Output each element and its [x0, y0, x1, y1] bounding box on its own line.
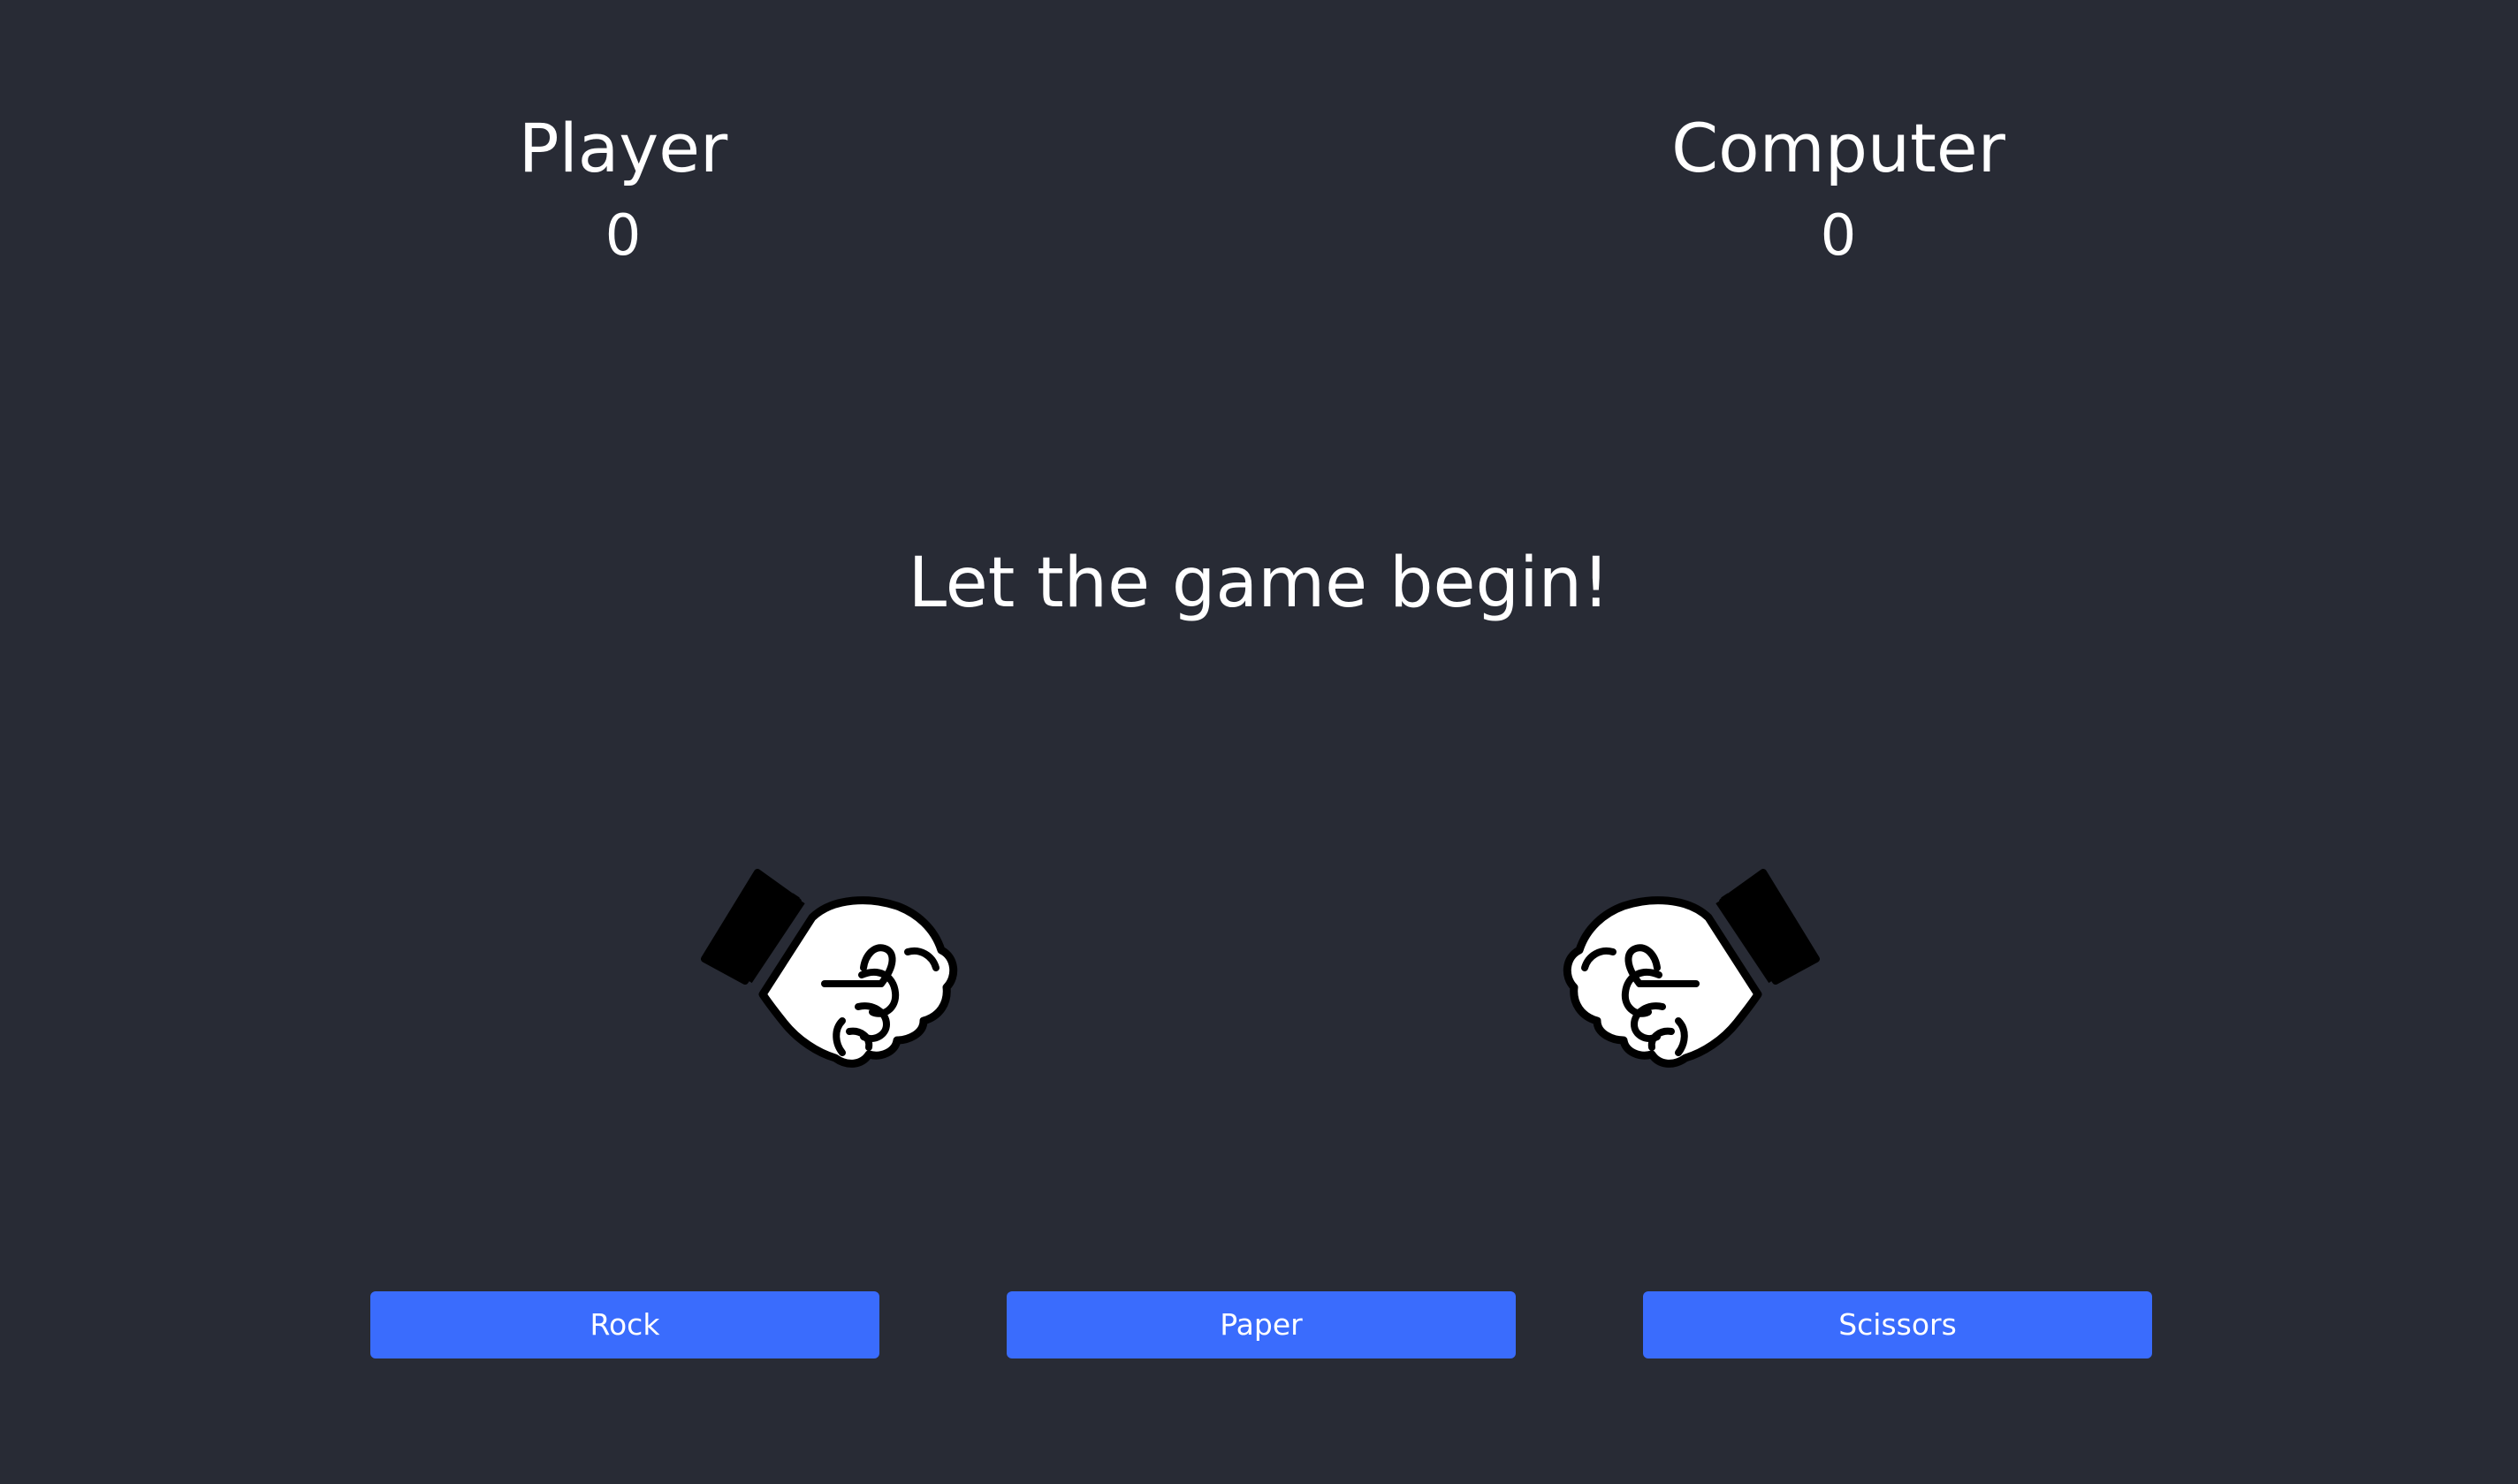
computer-fist-icon: [1544, 835, 1836, 1100]
paper-button[interactable]: Paper: [1007, 1291, 1516, 1358]
computer-score: 0: [1820, 203, 1857, 269]
computer-score-panel: Computer 0: [1573, 97, 2103, 280]
rock-button[interactable]: Rock: [370, 1291, 879, 1358]
player-label: Player: [518, 109, 728, 187]
scissors-button[interactable]: Scissors: [1643, 1291, 2152, 1358]
player-score: 0: [605, 203, 642, 269]
player-fist-icon: [685, 835, 977, 1100]
choice-buttons: Rock Paper Scissors: [0, 1291, 2518, 1358]
computer-label: Computer: [1671, 109, 2005, 187]
status-message: Let the game begin!: [908, 544, 1610, 623]
player-score-panel: Player 0: [358, 97, 888, 280]
